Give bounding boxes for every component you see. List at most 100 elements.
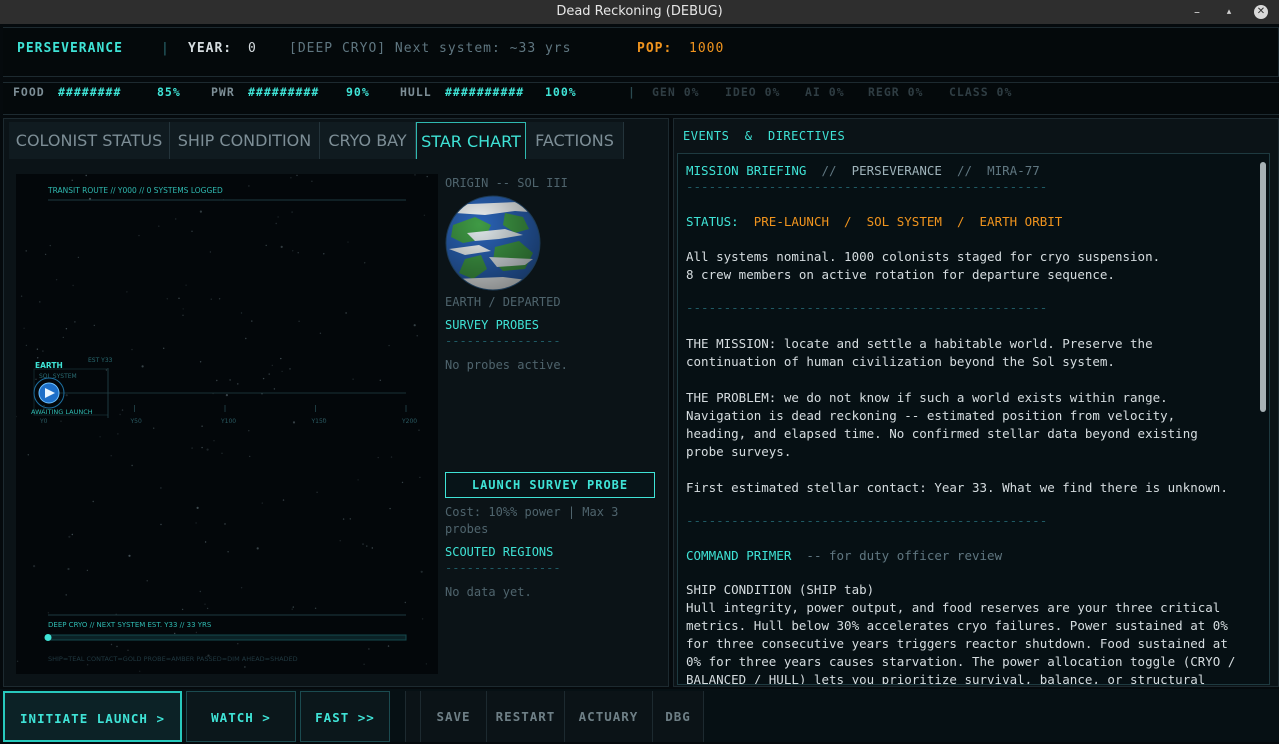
star xyxy=(261,502,263,504)
axis-tick-label: Y200 xyxy=(401,418,417,425)
star xyxy=(85,174,87,177)
star xyxy=(174,632,176,635)
star xyxy=(160,487,162,489)
pop-value: 1000 xyxy=(689,41,725,56)
star xyxy=(256,547,259,550)
log-line: Navigation is dead reckoning -- estimate… xyxy=(686,408,1176,423)
fast-button[interactable]: FAST >> xyxy=(300,691,390,742)
star xyxy=(297,252,299,254)
event-log-scrollbar[interactable] xyxy=(1260,162,1266,412)
star xyxy=(368,648,370,650)
star xyxy=(339,540,341,542)
log-line: continuation of human civilization beyon… xyxy=(686,354,1115,369)
actuary-button[interactable]: ACTUARY xyxy=(564,691,652,742)
star xyxy=(77,256,80,259)
star xyxy=(416,335,418,337)
star xyxy=(16,660,19,662)
watch-button[interactable]: WATCH > xyxy=(186,691,296,742)
class-stat: CLASS 0% xyxy=(949,85,1013,99)
save-button[interactable]: SAVE xyxy=(420,691,486,742)
est-marker: EST Y33 xyxy=(88,357,113,364)
star xyxy=(65,594,67,596)
event-log[interactable]: MISSION BRIEFING // PERSEVERANCE // MIRA… xyxy=(677,153,1270,685)
star xyxy=(425,663,428,665)
probe-cost-line1: Cost: 10%% power | Max 3 xyxy=(445,505,619,519)
star xyxy=(218,298,221,300)
chart-header: TRANSIT ROUTE // Y000 // 0 SYSTEMS LOGGE… xyxy=(47,186,223,195)
star xyxy=(210,298,212,300)
star xyxy=(204,541,207,543)
star xyxy=(182,308,184,310)
control-bar: INITIATE LAUNCH > WATCH > FAST >> SAVE R… xyxy=(0,689,1279,742)
star xyxy=(65,328,68,330)
tab-bar: COLONIST STATUS SHIP CONDITION CRYO BAY … xyxy=(4,119,670,159)
star xyxy=(280,245,283,248)
star xyxy=(224,523,226,525)
survey-probes-rule: ---------------- xyxy=(445,334,561,348)
star xyxy=(199,361,202,363)
window-title: Dead Reckoning (DEBUG) xyxy=(556,4,723,19)
star xyxy=(105,369,108,371)
star xyxy=(93,324,96,327)
hud-divider: | xyxy=(161,41,170,56)
initiate-launch-button[interactable]: INITIATE LAUNCH > xyxy=(3,691,182,742)
star xyxy=(127,649,129,651)
tab-colonist-status[interactable]: COLONIST STATUS xyxy=(9,122,170,159)
hull-value: 100% xyxy=(545,85,577,99)
star xyxy=(280,357,282,360)
star xyxy=(352,378,354,380)
log-line: Hull integrity, power output, and food r… xyxy=(686,600,1221,615)
close-icon[interactable]: ✕ xyxy=(1254,5,1268,19)
planet-caption: EARTH / DEPARTED xyxy=(445,295,561,309)
star xyxy=(199,210,202,213)
star xyxy=(389,507,391,510)
star xyxy=(204,603,206,605)
star xyxy=(277,216,279,218)
primer-note: -- for duty officer review xyxy=(806,548,1003,563)
restore-icon[interactable]: ▴ xyxy=(1219,0,1239,24)
tab-star-chart[interactable]: STAR CHART xyxy=(416,122,526,159)
star xyxy=(213,440,215,442)
star xyxy=(191,230,193,232)
star xyxy=(366,545,368,547)
origin-title: ORIGIN -- SOL III xyxy=(445,176,568,190)
star xyxy=(138,234,140,237)
tab-cryo-bay[interactable]: CRYO BAY xyxy=(320,122,416,159)
star xyxy=(225,394,228,397)
star-chart[interactable]: TRANSIT ROUTE // Y000 // 0 SYSTEMS LOGGE… xyxy=(15,174,438,674)
tab-factions[interactable]: FACTIONS xyxy=(526,122,624,159)
log-line: probe surveys. xyxy=(686,444,792,459)
star xyxy=(126,291,128,293)
log-line: heading, and elapsed time. No confirmed … xyxy=(686,426,1198,441)
restart-button[interactable]: RESTART xyxy=(486,691,564,742)
tab-ship-condition[interactable]: SHIP CONDITION xyxy=(170,122,320,159)
star xyxy=(71,533,73,536)
dbg-button[interactable]: DBG xyxy=(652,691,704,742)
star xyxy=(216,379,218,382)
log-line: SHIP CONDITION (SHIP tab) xyxy=(686,582,875,597)
star xyxy=(281,370,283,373)
star xyxy=(58,399,61,401)
star xyxy=(364,262,366,264)
minimize-icon[interactable]: – xyxy=(1187,0,1207,24)
origin-label: EARTH xyxy=(35,361,63,370)
star xyxy=(289,368,291,370)
star xyxy=(196,506,199,509)
star xyxy=(139,670,141,672)
star xyxy=(74,321,76,323)
launch-survey-probe-button[interactable]: LAUNCH SURVEY PROBE xyxy=(445,472,655,498)
regr-stat: REGR 0% xyxy=(868,85,924,99)
star xyxy=(371,547,373,549)
hull-label: HULL xyxy=(400,85,432,99)
star xyxy=(248,430,250,432)
star xyxy=(345,312,347,314)
star xyxy=(291,608,293,610)
star xyxy=(273,388,276,390)
star xyxy=(163,347,165,349)
star xyxy=(44,253,47,256)
star xyxy=(357,479,359,481)
star xyxy=(292,421,296,424)
star xyxy=(36,348,39,350)
chart-footer: DEEP CRYO // NEXT SYSTEM EST. Y33 // 33 … xyxy=(48,621,212,629)
star xyxy=(292,250,294,252)
